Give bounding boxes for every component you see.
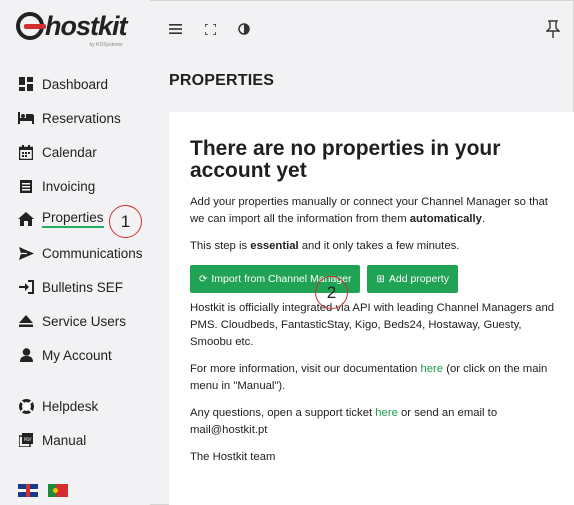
dashboard-icon: [18, 76, 34, 92]
pdf-icon: PDF: [18, 432, 34, 448]
user-icon: [18, 347, 34, 363]
sidebar-item-calendar[interactable]: Calendar: [18, 140, 97, 164]
signoff-text: The Hostkit team: [190, 451, 276, 463]
sidebar-item-label: Dashboard: [42, 76, 109, 92]
bed-icon: [18, 110, 34, 126]
sidebar-item-properties[interactable]: Properties: [18, 207, 104, 231]
sidebar-item-label: Reservations: [42, 110, 121, 126]
svg-text:PDF: PDF: [24, 437, 32, 442]
sidebar-item-invoicing[interactable]: Invoicing: [18, 174, 95, 198]
sidebar-item-label: Service Users: [42, 313, 127, 329]
support-text: Any questions, open a support ticket her…: [190, 407, 498, 436]
hostkit-logo[interactable]: hostkit by KOSystems: [16, 11, 128, 48]
step-text: This step is essential and it only takes…: [190, 240, 460, 252]
sidebar-item-my-account[interactable]: My Account: [18, 343, 112, 367]
language-switcher: [18, 484, 68, 497]
page-title: PROPERTIES: [169, 72, 275, 89]
step-marker-1: 1: [109, 205, 142, 238]
sidebar-item-helpdesk[interactable]: Helpdesk: [18, 394, 98, 418]
menu-icon[interactable]: [168, 22, 182, 36]
sync-icon: ⟳: [199, 273, 208, 285]
flag-pt-icon[interactable]: [48, 484, 68, 497]
sidebar-item-label: My Account: [42, 347, 112, 363]
sidebar-item-label: Calendar: [42, 144, 97, 160]
sidebar-item-communications[interactable]: Communications: [18, 241, 143, 265]
sidebar: hostkit by KOSystems Dashboard Reservati…: [0, 0, 150, 505]
intro-text: Add your properties manually or connect …: [190, 196, 548, 225]
sidebar-item-bulletins-sef[interactable]: Bulletins SEF: [18, 275, 123, 299]
documentation-text: For more information, visit our document…: [190, 363, 548, 392]
sidebar-item-label: Communications: [42, 245, 143, 261]
documentation-link[interactable]: here: [420, 363, 443, 375]
lifebuoy-icon: [18, 398, 34, 414]
sidebar-item-label: Invoicing: [42, 178, 96, 194]
add-property-button[interactable]: ⊞ Add property: [367, 265, 458, 293]
eject-icon: [18, 313, 34, 329]
contrast-icon[interactable]: [237, 22, 251, 36]
logo-text: hostkit: [45, 11, 128, 41]
logo-mark-icon: [16, 12, 46, 40]
sidebar-item-service-users[interactable]: Service Users: [18, 309, 126, 333]
sidebar-item-label: Helpdesk: [42, 398, 99, 414]
flag-uk-icon[interactable]: [18, 484, 38, 497]
fullscreen-icon[interactable]: [203, 22, 217, 36]
sidebar-item-label: Manual: [42, 432, 87, 448]
sidebar-item-dashboard[interactable]: Dashboard: [18, 72, 108, 96]
calendar-icon: [18, 144, 34, 160]
send-icon: [18, 245, 34, 261]
empty-state-card: There are no properties in your account …: [169, 112, 574, 505]
action-buttons: ⟳ Import from Channel Manager ⊞ Add prop…: [190, 265, 560, 293]
sidebar-item-manual[interactable]: PDF Manual: [18, 428, 86, 452]
sidebar-item-reservations[interactable]: Reservations: [18, 106, 121, 130]
plus-square-icon: ⊞: [376, 273, 385, 285]
sign-in-icon: [18, 279, 34, 295]
step-marker-2: 2: [315, 276, 348, 309]
empty-state-heading: There are no properties in your account …: [190, 137, 501, 182]
invoice-icon: [18, 178, 34, 194]
support-ticket-link[interactable]: here: [375, 407, 398, 419]
pin-icon[interactable]: [545, 20, 561, 38]
sidebar-item-label: Properties: [42, 210, 104, 228]
home-icon: [18, 211, 34, 227]
integration-text: Hostkit is officially integrated via API…: [190, 302, 555, 348]
sidebar-item-label: Bulletins SEF: [42, 279, 124, 295]
logo-subtitle: by KOSystems: [89, 42, 123, 48]
